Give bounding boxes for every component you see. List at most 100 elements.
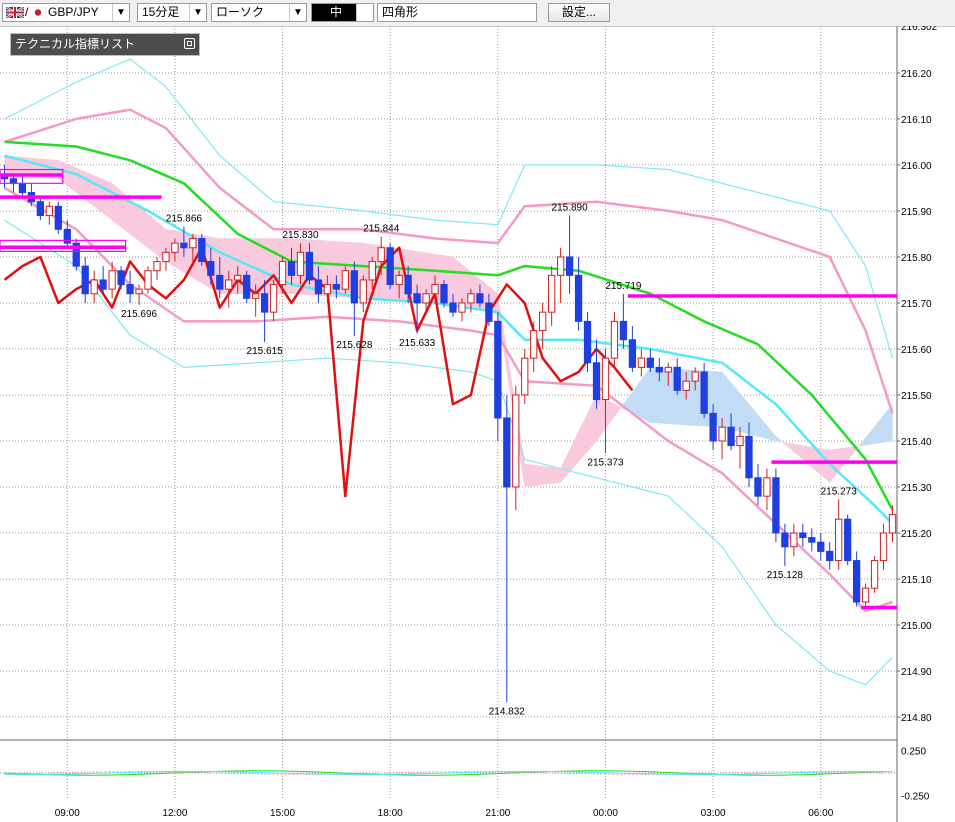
candle-body <box>171 242 179 253</box>
timeframe-select[interactable]: 15分足 ▼ <box>137 3 207 22</box>
chevron-down-icon[interactable]: ▼ <box>112 4 129 21</box>
candle <box>36 197 45 221</box>
cloud-segment <box>84 171 95 207</box>
y-tick-label: 215.20 <box>901 529 932 540</box>
cloud-segment <box>838 447 848 472</box>
candle <box>574 256 583 331</box>
shape-select[interactable]: 四角形 <box>377 3 537 22</box>
indicator-lines <box>3 58 894 686</box>
cloud-segment <box>650 367 660 424</box>
candle-body <box>99 279 107 290</box>
chevron-down-icon[interactable]: ▼ <box>289 4 306 21</box>
candle-body <box>180 242 188 249</box>
currency-pair-select[interactable]: / GBP/JPY ▼ <box>2 3 130 22</box>
candle-body <box>691 371 699 382</box>
candle-body <box>556 256 565 276</box>
candle-body <box>431 284 439 295</box>
y-tick-label: 216.302 <box>901 26 938 33</box>
cloud-segment <box>138 205 149 249</box>
candle <box>808 528 816 552</box>
candle <box>530 321 538 372</box>
indicator-list-panel[interactable]: テクニカル指標リスト <box>10 33 200 56</box>
candle-body <box>592 362 601 401</box>
y-tick-label: 215.50 <box>901 391 932 402</box>
cloud-segment <box>641 366 651 423</box>
chevron-down-icon[interactable]: ▼ <box>189 4 206 21</box>
candle-body <box>377 247 385 263</box>
cloud-segment <box>578 413 588 463</box>
candle <box>610 312 619 368</box>
candle-body <box>404 274 412 295</box>
candle-body <box>449 302 457 313</box>
candle <box>90 270 98 303</box>
candle <box>269 279 278 322</box>
cloud-segment <box>93 175 104 214</box>
settings-button[interactable]: 設定... <box>548 3 610 22</box>
candle-body <box>225 279 233 290</box>
candle <box>826 542 834 570</box>
candle-body <box>628 339 637 368</box>
candle <box>243 270 251 303</box>
candle <box>637 348 645 377</box>
candle <box>548 266 556 326</box>
candle-body <box>189 238 197 249</box>
price-annotation: 215.696 <box>121 309 158 320</box>
price-annotation: 215.373 <box>587 457 624 468</box>
candle-body <box>539 311 547 332</box>
candle <box>888 505 897 543</box>
candle <box>126 270 134 303</box>
candle <box>835 499 843 570</box>
candle-body <box>655 366 663 373</box>
cloud-segment <box>524 463 534 488</box>
currency-pair-label: GBP/JPY <box>48 5 99 19</box>
candle-body <box>763 477 771 497</box>
candle-body <box>682 380 690 391</box>
timeframe-label: 15分足 <box>142 5 180 19</box>
candle-body <box>63 228 71 244</box>
candle-body <box>610 320 619 359</box>
candle-body <box>395 274 403 286</box>
chart-type-label: ローソク <box>216 5 265 19</box>
candle-body <box>386 247 394 286</box>
candle <box>512 385 520 510</box>
candle-body <box>790 532 798 548</box>
candle <box>754 463 762 506</box>
candle <box>341 266 349 294</box>
candle-body <box>826 550 834 562</box>
candle <box>494 312 502 441</box>
cloud-segment <box>874 414 884 444</box>
candle <box>852 551 861 607</box>
cloud-segment <box>452 256 463 306</box>
restore-icon[interactable] <box>184 38 195 49</box>
chevron-down-icon[interactable]: ▼ <box>356 4 373 21</box>
indicator-list-label: テクニカル指標リスト <box>15 37 136 51</box>
candle-body <box>135 288 143 295</box>
candle-body <box>45 205 53 217</box>
candle <box>521 348 529 405</box>
toolbar: / GBP/JPY ▼ 15分足 ▼ ローソク ▼ 中 ▼ 四角形 設定... <box>0 0 955 27</box>
price-annotation: 215.844 <box>363 224 400 235</box>
candle-body <box>269 284 278 313</box>
price-chart[interactable]: 215.866 215.696 215.615 215.830 215.628 215.8… <box>0 26 955 822</box>
candle-body <box>512 394 520 488</box>
candle <box>861 583 870 607</box>
candle <box>18 174 27 198</box>
candle-body <box>709 412 717 442</box>
candle-body <box>718 426 726 442</box>
y-tick-label: 215.30 <box>901 483 932 494</box>
candle <box>81 256 89 303</box>
candle-body <box>754 477 762 497</box>
cloud-segment <box>605 399 615 430</box>
candle-body <box>799 532 807 539</box>
draw-mode-label: 中 <box>330 5 343 19</box>
chart-type-select[interactable]: ローソク ▼ <box>211 3 307 22</box>
y-tick-label: 215.70 <box>901 299 932 310</box>
candle-body <box>485 302 493 322</box>
candle-body <box>583 320 592 364</box>
cloud-segment <box>102 179 113 221</box>
cloud-segment <box>551 467 561 484</box>
candle-body <box>18 182 27 194</box>
candle <box>556 247 565 303</box>
draw-mode-select[interactable]: 中 ▼ <box>311 3 374 22</box>
candle-body <box>476 293 484 304</box>
